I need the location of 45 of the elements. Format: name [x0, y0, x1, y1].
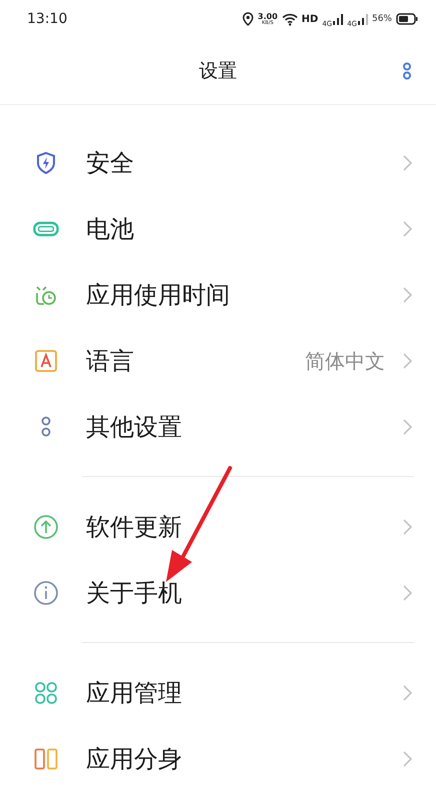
item-label: 安全	[86, 148, 135, 179]
settings-item[interactable]: 应用使用时间	[0, 262, 436, 328]
language-icon	[34, 349, 58, 373]
chevron-right-icon	[403, 585, 412, 601]
signal-icon	[358, 13, 368, 25]
item-label: 语言	[86, 346, 135, 377]
item-label: 软件更新	[86, 512, 183, 543]
signal-icon	[333, 13, 344, 25]
chevron-right-icon	[403, 685, 412, 701]
chevron-right-icon	[403, 155, 412, 171]
more-dots-icon	[40, 416, 52, 438]
wifi-icon	[282, 12, 298, 26]
battery-icon	[33, 221, 59, 237]
settings-item[interactable]: 应用管理	[0, 660, 436, 726]
status-time: 13:10	[27, 11, 68, 27]
shield-icon	[35, 151, 57, 175]
settings-item[interactable]: 安全	[0, 130, 436, 196]
item-label: 应用使用时间	[86, 280, 231, 311]
settings-item[interactable]: 应用分身	[0, 726, 436, 792]
page-title: 设置	[199, 59, 237, 84]
chevron-right-icon	[403, 751, 412, 767]
info-icon	[33, 580, 59, 606]
dual-app-icon	[34, 748, 58, 770]
item-label: 应用管理	[86, 678, 183, 709]
item-label: 应用分身	[86, 744, 183, 775]
settings-item[interactable]: 关于手机	[0, 560, 436, 626]
location-icon	[242, 12, 254, 26]
item-label: 其他设置	[86, 412, 183, 443]
battery-icon	[396, 13, 418, 25]
item-label: 关于手机	[86, 578, 183, 609]
chevron-right-icon	[403, 519, 412, 535]
chevron-right-icon	[403, 419, 412, 435]
settings-item[interactable]: 其他设置	[0, 394, 436, 460]
settings-item[interactable]: 语言 简体中文	[0, 328, 436, 394]
chevron-right-icon	[403, 353, 412, 369]
chevron-right-icon	[403, 221, 412, 237]
hd-indicator: HD	[302, 14, 318, 24]
item-label: 电池	[86, 214, 135, 245]
more-options-icon[interactable]	[402, 62, 412, 80]
chevron-right-icon	[403, 287, 412, 303]
battery-percent: 56%	[372, 14, 392, 24]
item-value: 简体中文	[305, 348, 385, 374]
apps-grid-icon	[34, 681, 58, 705]
settings-item[interactable]: 软件更新	[0, 494, 436, 560]
settings-item[interactable]: 电池	[0, 196, 436, 262]
